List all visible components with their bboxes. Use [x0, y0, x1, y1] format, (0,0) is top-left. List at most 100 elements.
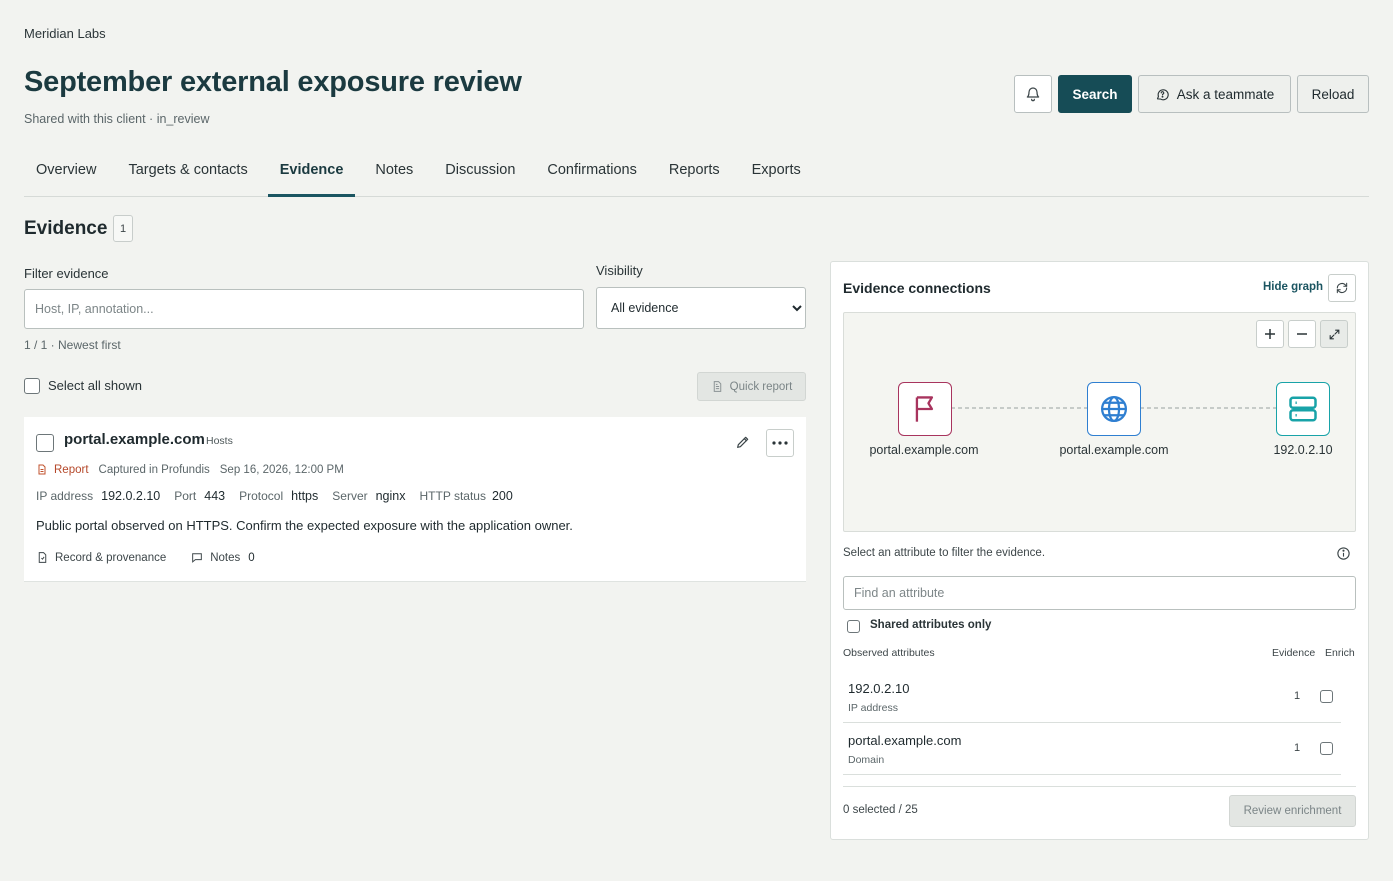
attribute-value: portal.example.com	[848, 733, 962, 748]
select-all-label: Select all shown	[48, 378, 142, 393]
select-all-checkbox[interactable]	[24, 378, 40, 394]
page-title: September external exposure review	[24, 66, 522, 98]
ask-teammate-label: Ask a teammate	[1176, 86, 1275, 102]
search-button[interactable]: Search	[1058, 75, 1132, 113]
panel-footer-divider	[843, 786, 1356, 787]
page-subtitle: Shared with this client · in_review	[24, 112, 210, 126]
hide-graph-link[interactable]: Hide graph	[1263, 281, 1323, 293]
shared-only-checkbox[interactable]	[847, 620, 860, 633]
evidence-host[interactable]: portal.example.com	[64, 431, 205, 448]
attribute-evidence-count: 1	[1294, 690, 1301, 702]
filter-hint: Select an attribute to filter the eviden…	[843, 547, 1046, 559]
globe-icon	[1101, 396, 1127, 422]
col-evidence: Evidence	[1272, 647, 1316, 659]
org-name: Meridian Labs	[24, 26, 106, 41]
graph-node-globe[interactable]	[1087, 382, 1141, 436]
attribute-row[interactable]: portal.example.com Domain 1	[843, 723, 1341, 775]
notes-count: 0	[248, 551, 255, 564]
filter-evidence-label: Filter evidence	[24, 266, 109, 281]
record-provenance-link[interactable]: Record & provenance	[55, 552, 166, 564]
evidence-meta: 1 / 1 · Newest first	[24, 338, 121, 352]
field-key: Server	[332, 489, 368, 503]
plus-icon	[1265, 329, 1275, 339]
graph-node-flag[interactable]	[898, 382, 952, 436]
evidence-item-checkbox[interactable]	[36, 434, 54, 452]
evidence-heading: Evidence	[24, 218, 108, 239]
flag-icon	[915, 396, 934, 422]
connections-title: Evidence connections	[843, 280, 991, 296]
report-icon	[38, 464, 46, 475]
tab-discussion[interactable]: Discussion	[433, 150, 527, 197]
server-icon	[1289, 396, 1317, 422]
captured-text: Captured in Profundis	[98, 463, 210, 476]
field-value-status: 200	[491, 489, 513, 503]
info-icon	[1337, 547, 1350, 560]
field-key: Port	[174, 489, 197, 503]
chat-question-icon	[1156, 88, 1169, 100]
evidence-card: portal.example.com Hosts Report Captured…	[24, 417, 806, 582]
review-enrichment-button[interactable]: Review enrichment	[1229, 795, 1356, 827]
more-actions-button[interactable]	[766, 429, 794, 457]
graph-node-label: 192.0.2.10	[1273, 443, 1333, 457]
more-dots-icon	[772, 441, 788, 445]
zoom-out-button[interactable]	[1288, 320, 1316, 348]
find-attribute-input[interactable]	[843, 576, 1356, 610]
attribute-row[interactable]: 192.0.2.10 IP address 1	[843, 671, 1341, 723]
tab-confirmations[interactable]: Confirmations	[535, 150, 648, 197]
comment-icon	[192, 553, 203, 563]
field-key: HTTP status	[419, 489, 486, 503]
field-value-ip: 192.0.2.10	[101, 489, 161, 503]
bell-icon	[1026, 87, 1040, 102]
selected-count: 0 selected / 25	[843, 804, 918, 816]
col-observed-attributes: Observed attributes	[843, 647, 935, 659]
col-enrich: Enrich	[1325, 647, 1355, 659]
quick-report-button[interactable]: Quick report	[697, 372, 806, 401]
graph-node-label: portal.example.com	[1059, 443, 1169, 457]
evidence-description: Public portal observed on HTTPS. Confirm…	[36, 518, 573, 533]
evidence-count-badge: 1	[113, 215, 133, 242]
zoom-in-button[interactable]	[1256, 320, 1284, 348]
document-icon	[713, 381, 721, 392]
visibility-label: Visibility	[596, 263, 643, 278]
tab-exports[interactable]: Exports	[740, 150, 813, 197]
attribute-evidence-count: 1	[1294, 742, 1301, 754]
fit-view-button[interactable]	[1320, 320, 1348, 348]
graph-node-server[interactable]	[1276, 382, 1330, 436]
provenance-icon	[38, 552, 47, 563]
notifications-button[interactable]	[1014, 75, 1052, 113]
edit-button[interactable]	[735, 434, 751, 455]
shared-only-label: Shared attributes only	[870, 619, 992, 631]
tab-notes[interactable]: Notes	[363, 150, 425, 197]
field-key: Protocol	[239, 489, 284, 503]
notes-link[interactable]: Notes	[210, 552, 240, 564]
tab-reports[interactable]: Reports	[657, 150, 732, 197]
enrich-checkbox[interactable]	[1320, 690, 1333, 703]
connections-graph[interactable]: portal.example.com portal.example.com 19…	[843, 312, 1356, 532]
attribute-type: Domain	[848, 754, 885, 766]
evidence-category: Hosts	[206, 435, 233, 447]
visibility-select[interactable]: All evidence	[596, 287, 806, 329]
attribute-type: IP address	[848, 702, 899, 714]
tab-bar: Overview Targets & contacts Evidence Not…	[24, 150, 1369, 197]
filter-evidence-input[interactable]	[24, 289, 584, 329]
expand-icon	[1329, 329, 1339, 339]
reload-button[interactable]: Reload	[1297, 75, 1369, 113]
refresh-icon	[1336, 282, 1348, 294]
captured-date: Sep 16, 2026, 12:00 PM	[219, 463, 344, 476]
enrich-checkbox[interactable]	[1320, 742, 1333, 755]
pencil-icon	[737, 436, 749, 448]
field-value-server: nginx	[375, 489, 406, 503]
refresh-graph-button[interactable]	[1328, 274, 1356, 302]
tab-evidence[interactable]: Evidence	[267, 150, 356, 197]
tab-targets-contacts[interactable]: Targets & contacts	[116, 150, 259, 197]
field-value-protocol: https	[291, 489, 319, 503]
info-button[interactable]	[1336, 546, 1351, 566]
tab-overview[interactable]: Overview	[24, 150, 108, 197]
attribute-value: 192.0.2.10	[848, 681, 910, 696]
quick-report-label: Quick report	[729, 380, 793, 393]
ask-teammate-button[interactable]: Ask a teammate	[1138, 75, 1291, 113]
field-value-port: 443	[204, 489, 226, 503]
report-link[interactable]: Report	[54, 464, 89, 476]
field-key: IP address	[36, 489, 94, 503]
graph-node-label: portal.example.com	[869, 443, 979, 457]
